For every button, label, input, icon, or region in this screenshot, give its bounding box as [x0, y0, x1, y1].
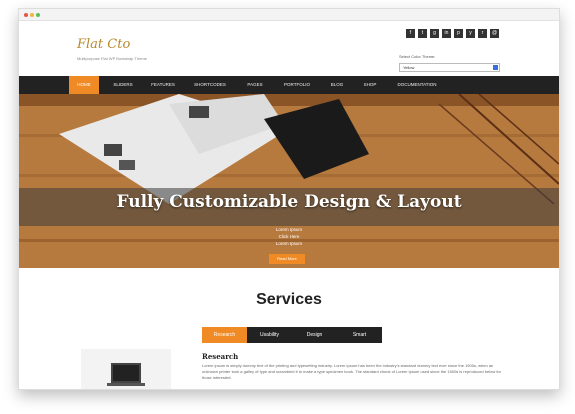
- nav-item-features[interactable]: Features: [145, 76, 181, 94]
- pinterest-icon[interactable]: p: [454, 29, 463, 38]
- tab-research[interactable]: Research: [202, 327, 247, 343]
- hero-subtext-3: Lorem Ipsum: [275, 241, 303, 246]
- laptop-base: [107, 383, 145, 386]
- tab-usability[interactable]: Usability: [247, 327, 292, 343]
- twitter-icon[interactable]: t: [418, 29, 427, 38]
- email-icon[interactable]: @: [490, 29, 499, 38]
- nav-item-home[interactable]: Home: [69, 76, 99, 94]
- nav-item-sliders[interactable]: Sliders: [107, 76, 139, 94]
- maximize-window-icon[interactable]: [36, 13, 40, 17]
- color-theme-value: Yellow: [403, 65, 415, 70]
- minimize-window-icon[interactable]: [30, 13, 34, 17]
- hero-read-more-button[interactable]: Read More: [269, 254, 305, 264]
- hero-subtext-1: Lorem Ipsum: [275, 227, 303, 232]
- tab-design[interactable]: Design: [292, 327, 337, 343]
- nav-item-blog[interactable]: Blog: [323, 76, 351, 94]
- nav-item-portfolio[interactable]: Portfolio: [277, 76, 317, 94]
- hero-title: Fully Customizable Design & Layout: [116, 192, 462, 212]
- dropdown-caret-icon[interactable]: [493, 65, 498, 70]
- browser-window: Flat Cto Multipurpose Flat WP Bootstrap …: [18, 8, 560, 390]
- services-tabs: Research Usability Design Smart: [202, 327, 382, 343]
- nav-item-documentation[interactable]: Documentation: [389, 76, 445, 94]
- main-navigation: Home Sliders Features Shortcodes Pages Portfo…: [19, 76, 559, 94]
- browser-chrome: [19, 9, 559, 21]
- site-logo[interactable]: Flat Cto: [77, 37, 130, 52]
- close-window-icon[interactable]: [24, 13, 28, 17]
- facebook-icon[interactable]: f: [406, 29, 415, 38]
- service-title: Research: [202, 352, 239, 361]
- hero-slider: Fully Customizable Design & Layout Lorem…: [19, 94, 559, 268]
- tab-smart[interactable]: Smart: [337, 327, 382, 343]
- nav-item-shortcodes[interactable]: Shortcodes: [187, 76, 233, 94]
- color-theme-label: Select Color Theme:: [399, 54, 436, 59]
- social-links: f t g in p y r @: [406, 29, 499, 38]
- nav-item-shop[interactable]: Shop: [357, 76, 383, 94]
- laptop-icon: [111, 363, 141, 383]
- hero-subtext-2: Click Here: [278, 234, 300, 239]
- google-plus-icon[interactable]: g: [430, 29, 439, 38]
- services-heading: Services: [256, 291, 322, 308]
- service-description: Lorem ipsum is simply dummy text of the …: [202, 363, 501, 380]
- linkedin-icon[interactable]: in: [442, 29, 451, 38]
- service-image: [81, 349, 171, 389]
- rss-icon[interactable]: r: [478, 29, 487, 38]
- site-header: Flat Cto Multipurpose Flat WP Bootstrap …: [19, 21, 559, 75]
- nav-item-pages[interactable]: Pages: [239, 76, 271, 94]
- site-tagline: Multipurpose Flat WP Bootstrap Theme: [77, 56, 147, 61]
- color-theme-select[interactable]: Yellow: [399, 63, 500, 72]
- youtube-icon[interactable]: y: [466, 29, 475, 38]
